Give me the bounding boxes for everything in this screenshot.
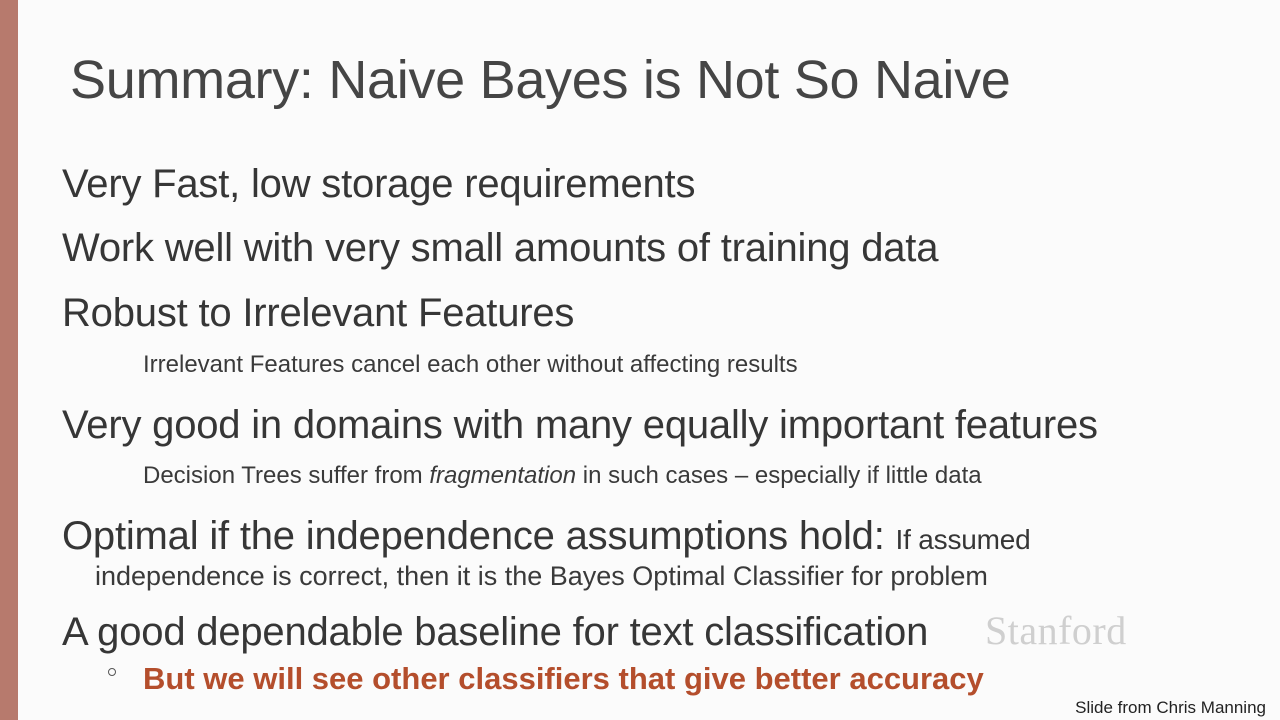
sub-better-accuracy: But we will see other classifiers that g… <box>143 661 984 696</box>
sub-fragmentation-after: in such cases – especially if little dat… <box>576 462 982 489</box>
bullet-fast: Very Fast, low storage requirements <box>62 162 696 206</box>
bullet-robust: Robust to Irrelevant Features <box>62 291 575 335</box>
bullet-small-data: Work well with very small amounts of tra… <box>62 226 939 270</box>
sub-fragmentation: Decision Trees suffer from fragmentation… <box>143 461 982 491</box>
stanford-watermark: Stanford <box>985 608 1127 653</box>
slide-title: Summary: Naive Bayes is Not So Naive <box>70 50 1011 110</box>
bullet-optimal-continuation: independence is correct, then it is the … <box>95 561 988 591</box>
slide-credit: Slide from Chris Manning <box>1075 698 1266 717</box>
bullet-domains: Very good in domains with many equally i… <box>62 403 1098 447</box>
left-accent-bar <box>0 0 18 720</box>
bullet-optimal-main: Optimal if the independence assumptions … <box>62 514 896 558</box>
sub-fragmentation-emph: fragmentation <box>429 462 577 489</box>
bullet-optimal-inline: If assumed <box>895 524 1031 555</box>
bullet-baseline: A good dependable baseline for text clas… <box>62 610 929 654</box>
hollow-bullet-icon <box>108 668 116 676</box>
sub-fragmentation-before: Decision Trees suffer from <box>143 462 430 489</box>
bullet-optimal: Optimal if the independence assumptions … <box>62 512 1031 564</box>
sub-irrelevant-features: Irrelevant Features cancel each other wi… <box>143 351 798 378</box>
